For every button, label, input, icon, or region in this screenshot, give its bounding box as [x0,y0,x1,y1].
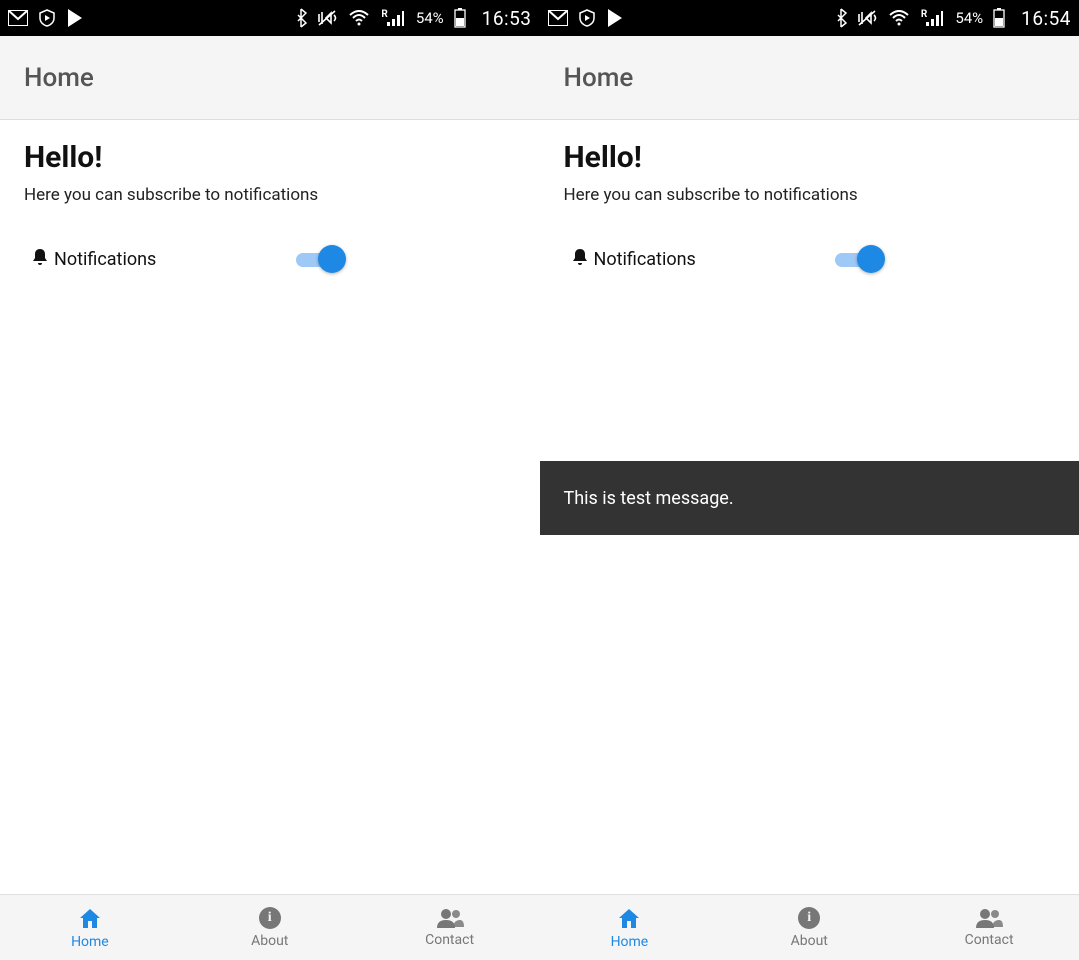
battery-icon [454,8,466,28]
info-icon: i [798,907,820,929]
people-icon [436,908,464,928]
play-protect-icon [38,9,56,27]
nav-about[interactable]: i About [719,895,899,960]
nav-label: About [251,933,288,949]
app-bar: Home [540,36,1079,120]
battery-icon [993,8,1005,28]
page-title: Home [24,63,94,93]
notification-label: Notifications [54,249,156,270]
page-title: Home [564,63,634,93]
nav-label: Contact [965,932,1014,948]
nav-home[interactable]: Home [0,895,180,960]
bell-icon [572,248,588,271]
bell-icon [32,248,48,271]
nav-label: Home [71,934,109,950]
heading: Hello! [24,140,516,175]
signal-icon: R [919,10,943,26]
bottom-nav: Home i About Contact [0,894,540,960]
nav-about[interactable]: i About [180,895,360,960]
nav-contact[interactable]: Contact [899,895,1079,960]
heading: Hello! [564,140,1056,175]
status-clock: 16:54 [1021,7,1071,30]
play-store-icon [66,8,84,28]
battery-percent: 54% [416,9,444,27]
subtext: Here you can subscribe to notifications [24,185,516,205]
nav-label: Home [611,934,649,950]
screen-right: R 54% 16:54 Home Hello! Here you can sub… [540,0,1079,960]
notifications-toggle[interactable] [294,245,346,273]
info-icon: i [259,907,281,929]
bluetooth-icon [295,8,307,28]
nav-label: Contact [425,932,474,948]
vibrate-silent-icon [317,9,339,27]
subtext: Here you can subscribe to notifications [564,185,1056,205]
content-area: Hello! Here you can subscribe to notific… [0,120,540,894]
wifi-icon [889,10,909,26]
status-clock: 16:53 [482,7,532,30]
battery-percent: 54% [955,9,983,27]
app-bar: Home [0,36,540,120]
wifi-icon [349,10,369,26]
play-store-icon [606,8,624,28]
signal-icon: R [379,10,403,26]
notifications-toggle[interactable] [833,245,885,273]
status-bar: R 54% 16:53 [0,0,540,36]
snackbar-text: This is test message. [564,488,734,509]
people-icon [975,908,1003,928]
bluetooth-icon [835,8,847,28]
screen-left: R 54% 16:53 Home Hello! Here you can sub… [0,0,540,960]
mail-icon [8,10,28,26]
mail-icon [548,10,568,26]
notification-row: Notifications [564,245,1056,273]
nav-label: About [791,933,828,949]
status-bar: R 54% 16:54 [540,0,1079,36]
nav-home[interactable]: Home [540,895,720,960]
notification-label: Notifications [594,249,696,270]
vibrate-silent-icon [857,9,879,27]
bottom-nav: Home i About Contact [540,894,1079,960]
play-protect-icon [578,9,596,27]
nav-contact[interactable]: Contact [360,895,540,960]
notification-row: Notifications [24,245,516,273]
snackbar[interactable]: This is test message. [540,461,1079,535]
